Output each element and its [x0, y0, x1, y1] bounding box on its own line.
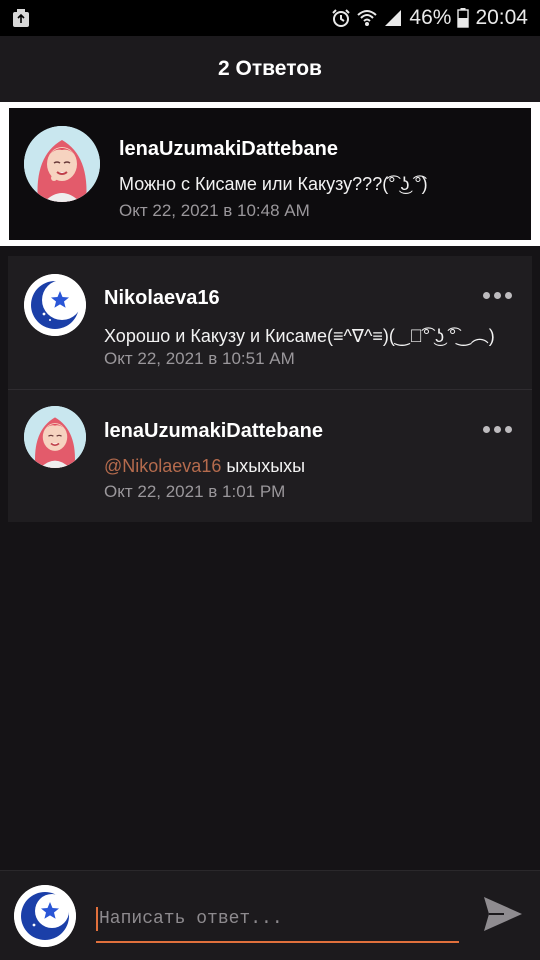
wifi-icon	[357, 8, 378, 28]
reply-username[interactable]: Nikolaeva16	[104, 287, 220, 310]
divider	[8, 389, 532, 390]
reply-input-placeholder: Написать ответ...	[99, 909, 283, 929]
send-icon[interactable]	[482, 893, 524, 935]
reply-username[interactable]: lenaUzumakiDattebane	[104, 420, 323, 443]
reply-text-line: @Nikolaeva16 ыхыхыхы	[104, 456, 305, 477]
more-options-icon[interactable]	[483, 292, 512, 299]
alarm-icon	[331, 8, 351, 28]
battery-icon	[457, 8, 470, 28]
status-bar: 46% 20:04	[0, 0, 540, 36]
redhair-girl-avatar[interactable]	[24, 126, 100, 202]
reply-composer: Написать ответ...	[0, 870, 540, 960]
user-mention-link[interactable]: @Nikolaeva16	[104, 456, 221, 476]
reply-text: Хорошо и Какузу и Кисаме(≡^∇^≡)(‿︵͡° ͜ʖ …	[104, 326, 495, 346]
parent-comment[interactable]: lenaUzumakiDattebane Можно с Кисаме или …	[9, 108, 531, 240]
top-header: 2 Ответов	[0, 36, 540, 102]
signal-icon	[383, 8, 403, 28]
moon-star-avatar[interactable]	[14, 885, 76, 947]
reply-timestamp: Окт 22, 2021 в 1:01 PM	[104, 482, 286, 501]
text-caret	[96, 907, 98, 931]
page-title: 2 Ответов	[218, 57, 322, 80]
comment-username[interactable]: lenaUzumakiDattebane	[119, 138, 338, 161]
reply-timestamp: Окт 22, 2021 в 10:51 AM	[104, 349, 295, 368]
comment-text: Можно с Кисаме или Какузу???(͡° ͜ʖ ͡°)	[119, 174, 428, 194]
replies-list: Nikolaeva16 Хорошо и Какузу и Кисаме(≡^∇…	[8, 256, 532, 522]
clock-time: 20:04	[475, 6, 528, 29]
comment-timestamp: Окт 22, 2021 в 10:48 AM	[119, 201, 310, 220]
recycle-icon	[12, 8, 30, 28]
reply-input[interactable]: Написать ответ...	[96, 897, 459, 943]
more-options-icon[interactable]	[483, 426, 512, 433]
highlighted-comment-frame: lenaUzumakiDattebane Можно с Кисаме или …	[0, 102, 540, 246]
reply-text: ыхыхыхы	[221, 456, 306, 476]
moon-star-avatar[interactable]	[24, 274, 86, 336]
redhair-girl-avatar[interactable]	[24, 406, 86, 468]
battery-percent: 46%	[409, 6, 452, 29]
